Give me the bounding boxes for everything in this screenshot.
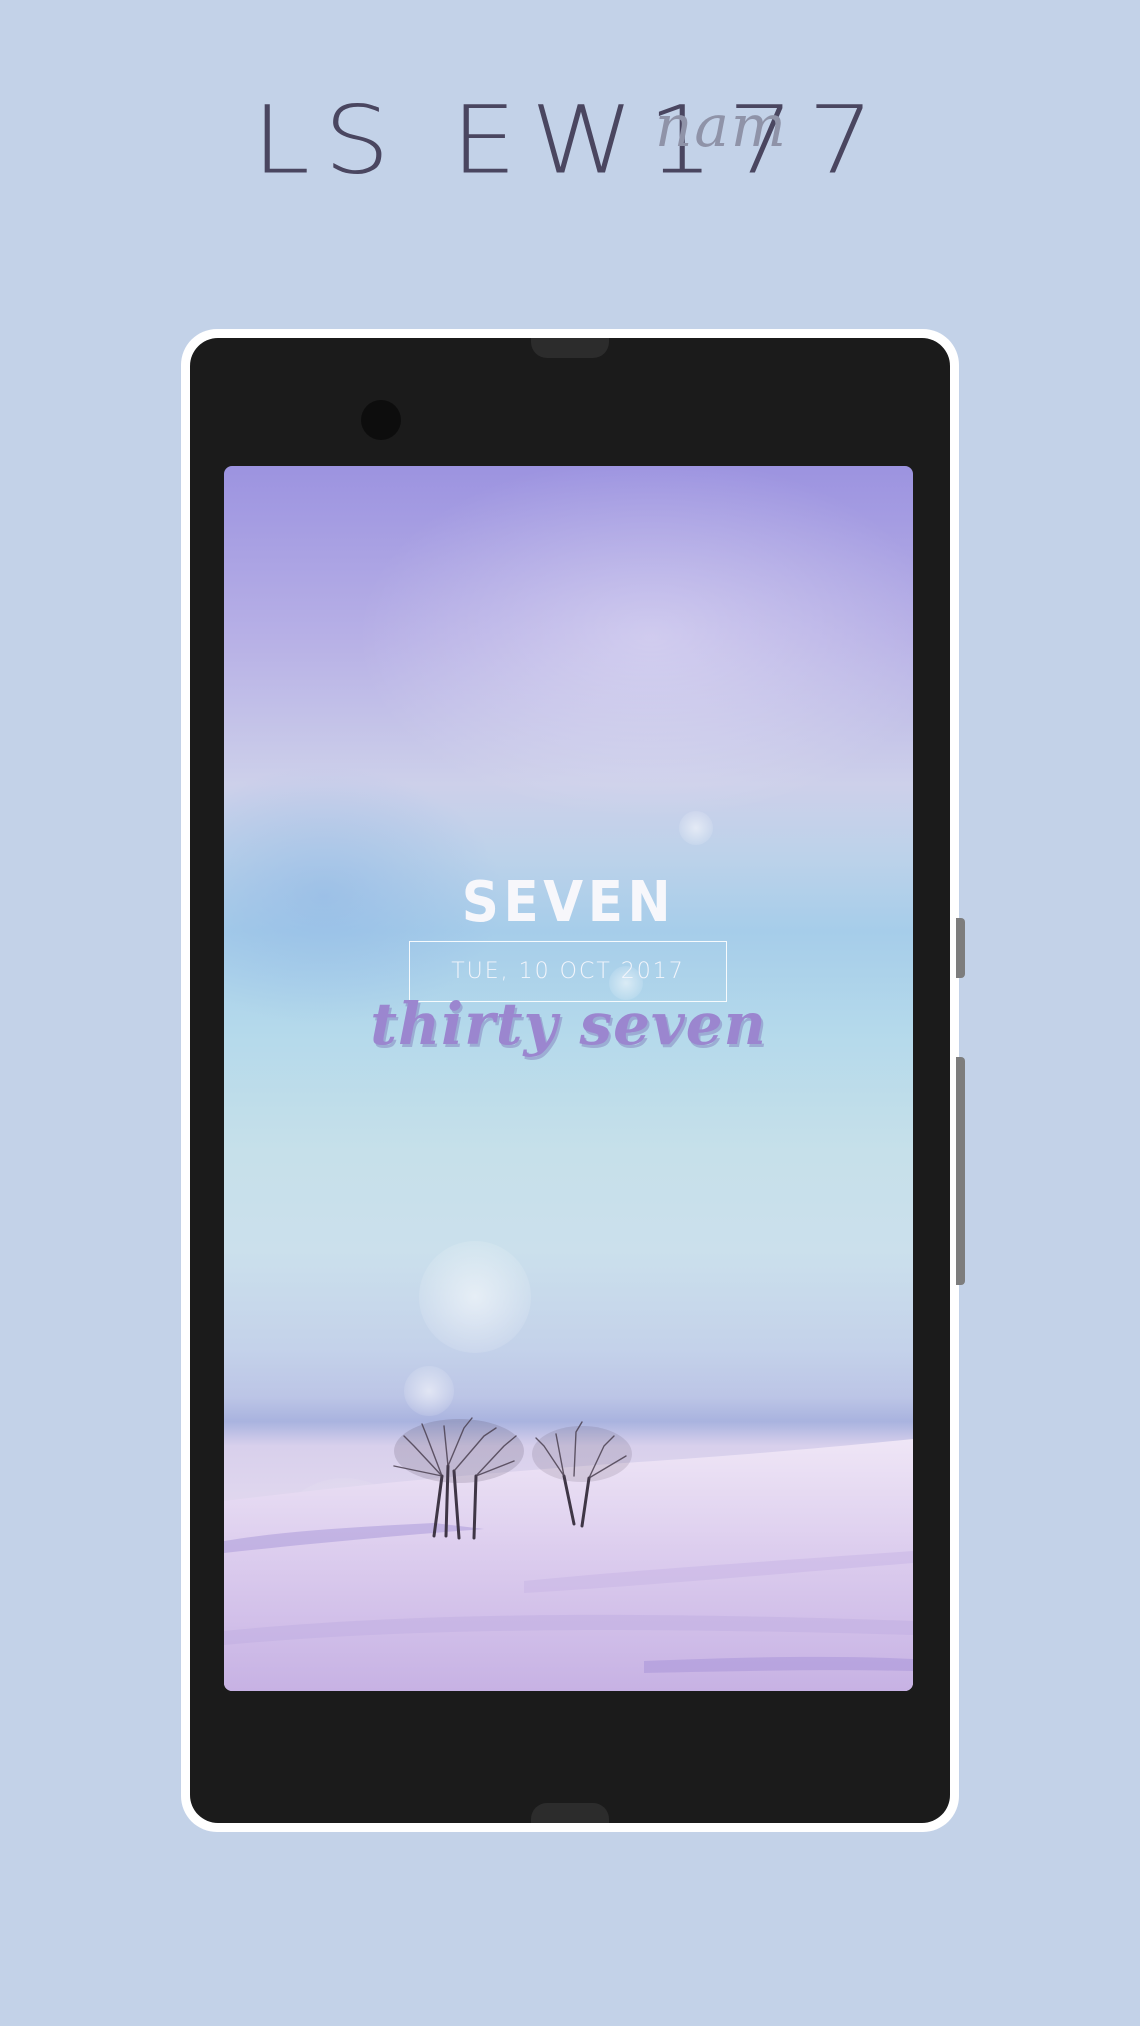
earpiece-speaker bbox=[531, 338, 609, 358]
front-camera-icon bbox=[361, 400, 401, 440]
power-button[interactable] bbox=[956, 918, 965, 978]
page: LS EW177 nam SEVEN TUE, 10 OCT 2017 thir… bbox=[0, 0, 1140, 2026]
lens-flare bbox=[419, 1241, 531, 1353]
volume-button[interactable] bbox=[956, 1057, 965, 1285]
clock-hour-word: SEVEN bbox=[461, 870, 676, 935]
clock-minute-words: thirty seven bbox=[370, 990, 767, 1058]
logo: LS EW177 bbox=[0, 88, 1140, 192]
lens-flare bbox=[679, 811, 713, 845]
lockscreen[interactable]: SEVEN TUE, 10 OCT 2017 thirty seven bbox=[224, 466, 913, 1691]
date-text: TUE, 10 OCT 2017 bbox=[451, 959, 685, 984]
logo-title: LS EW177 bbox=[251, 85, 889, 195]
logo-signature: nam bbox=[655, 92, 788, 160]
tree-cluster bbox=[393, 1417, 632, 1540]
bottom-speaker bbox=[531, 1803, 609, 1823]
